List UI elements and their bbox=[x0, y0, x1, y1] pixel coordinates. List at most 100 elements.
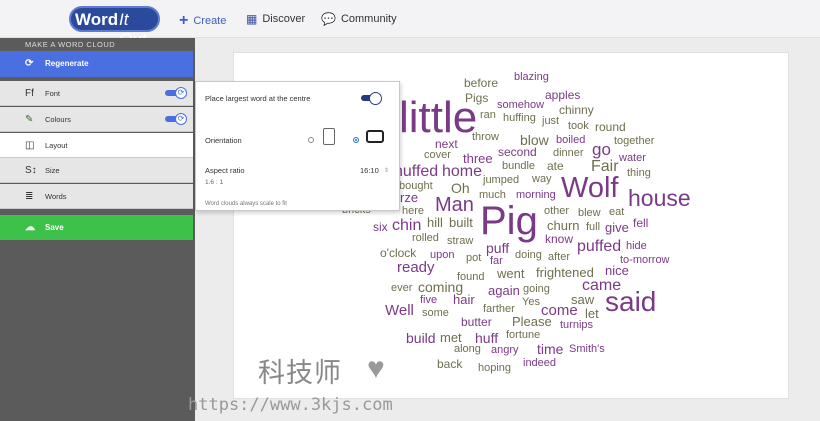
cloud-word[interactable]: before bbox=[464, 77, 498, 89]
sidebar-item-layout[interactable]: ◫ Layout bbox=[0, 133, 193, 158]
cloud-word[interactable]: again bbox=[488, 284, 520, 297]
wordit-out-logo[interactable]: Word It Out bbox=[69, 6, 160, 49]
portrait-radio[interactable] bbox=[308, 137, 314, 143]
cloud-word[interactable]: built bbox=[449, 216, 473, 229]
cloud-word[interactable]: just bbox=[542, 116, 559, 127]
cloud-word[interactable]: five bbox=[420, 295, 437, 306]
cloud-word[interactable]: o'clock bbox=[380, 247, 416, 259]
cloud-word[interactable]: ran bbox=[480, 110, 496, 121]
cloud-word[interactable]: nice bbox=[605, 264, 629, 277]
cloud-word[interactable]: frightened bbox=[536, 266, 594, 279]
cloud-word[interactable]: Man bbox=[435, 195, 474, 215]
sidebar-item-colours[interactable]: ✎ Colours ⟳ bbox=[0, 107, 193, 132]
cloud-word[interactable]: round bbox=[595, 121, 626, 133]
cloud-word[interactable]: turnips bbox=[560, 320, 593, 331]
cloud-word[interactable]: huffing bbox=[503, 113, 536, 124]
cloud-word[interactable]: ate bbox=[547, 160, 564, 172]
cloud-word[interactable]: boiled bbox=[556, 135, 585, 146]
cloud-word[interactable]: together bbox=[614, 136, 654, 147]
cloud-word[interactable]: thing bbox=[627, 168, 651, 179]
cloud-word[interactable]: other bbox=[544, 206, 569, 217]
cloud-word[interactable]: rolled bbox=[412, 233, 439, 244]
cloud-word[interactable]: Yes bbox=[522, 297, 540, 308]
cloud-word[interactable]: puffed bbox=[577, 239, 621, 255]
cloud-word[interactable]: Oh bbox=[451, 181, 470, 195]
cloud-word[interactable]: took bbox=[568, 121, 589, 132]
cloud-word[interactable]: full bbox=[586, 222, 600, 233]
landscape-orientation-icon[interactable] bbox=[366, 130, 384, 143]
cloud-word[interactable]: upon bbox=[430, 250, 454, 261]
cloud-word[interactable]: back bbox=[437, 358, 462, 370]
cloud-word[interactable]: chinny bbox=[559, 104, 594, 116]
cloud-word[interactable]: blazing bbox=[514, 72, 549, 83]
cloud-word[interactable]: Pigs bbox=[465, 92, 488, 104]
cloud-word[interactable]: know bbox=[545, 233, 573, 245]
cloud-word[interactable]: blew bbox=[578, 208, 601, 219]
cloud-word[interactable]: puff bbox=[486, 241, 509, 255]
save-button[interactable]: ☁ Save bbox=[0, 215, 193, 240]
cloud-word[interactable]: water bbox=[619, 153, 646, 164]
cloud-word[interactable]: indeed bbox=[523, 358, 556, 369]
cloud-word[interactable]: Fair bbox=[591, 159, 619, 175]
cloud-word[interactable]: going bbox=[523, 284, 550, 295]
cloud-word[interactable]: jumped bbox=[483, 175, 519, 186]
font-randomize-button[interactable]: ⟳ bbox=[175, 87, 187, 99]
cloud-word[interactable]: rze bbox=[400, 191, 418, 204]
cloud-word[interactable]: pot bbox=[466, 253, 481, 264]
cloud-word[interactable]: fortune bbox=[506, 330, 540, 341]
colours-randomize-button[interactable]: ⟳ bbox=[175, 113, 187, 125]
cloud-word[interactable]: go bbox=[592, 141, 611, 158]
cloud-word[interactable]: morning bbox=[516, 190, 556, 201]
cloud-word[interactable]: six bbox=[373, 221, 388, 233]
cloud-word[interactable]: dinner bbox=[553, 148, 584, 159]
cloud-word[interactable]: much bbox=[479, 190, 506, 201]
cloud-word[interactable]: Please bbox=[512, 315, 552, 328]
cloud-word[interactable]: some bbox=[422, 308, 449, 319]
portrait-orientation-icon[interactable] bbox=[323, 128, 335, 145]
nav-community-link[interactable]: 💬 Community bbox=[321, 12, 397, 26]
cloud-word[interactable]: house bbox=[628, 187, 691, 210]
cloud-word[interactable]: throw bbox=[472, 132, 499, 143]
cloud-word[interactable]: straw bbox=[447, 236, 473, 247]
cloud-word[interactable]: hide bbox=[626, 241, 647, 252]
cloud-word[interactable]: give bbox=[605, 221, 629, 234]
cloud-word[interactable]: along bbox=[454, 344, 481, 355]
cloud-word[interactable]: hair bbox=[453, 293, 475, 306]
cloud-word[interactable]: churn bbox=[547, 219, 580, 232]
cloud-word[interactable]: ever bbox=[391, 283, 412, 294]
nav-create-link[interactable]: + Create bbox=[179, 12, 226, 30]
cloud-word[interactable]: ready bbox=[397, 260, 435, 275]
cloud-word[interactable]: went bbox=[497, 267, 524, 280]
cloud-word[interactable]: second bbox=[498, 146, 537, 158]
cloud-word[interactable]: hill bbox=[427, 216, 443, 229]
regenerate-button[interactable]: ⟳ Regenerate bbox=[0, 51, 193, 77]
cloud-word[interactable]: Smith's bbox=[569, 344, 605, 355]
sidebar-item-size[interactable]: S↕ Size bbox=[0, 158, 193, 183]
cloud-word[interactable]: time bbox=[537, 342, 563, 356]
sidebar-item-words[interactable]: ≣ Words bbox=[0, 184, 193, 209]
aspect-ratio-select[interactable]: 16:10 bbox=[360, 166, 379, 175]
cloud-word[interactable]: three bbox=[463, 152, 493, 165]
cloud-word[interactable]: after bbox=[548, 252, 570, 263]
cloud-word[interactable]: farther bbox=[483, 304, 515, 315]
cloud-word[interactable]: butter bbox=[461, 316, 492, 328]
cloud-word[interactable]: Pig bbox=[480, 201, 538, 241]
cloud-word[interactable]: fell bbox=[633, 217, 648, 229]
cloud-word[interactable]: home bbox=[442, 164, 482, 180]
cloud-word[interactable]: doing bbox=[515, 250, 542, 261]
cloud-word[interactable]: build bbox=[406, 331, 436, 345]
cloud-word[interactable]: Wolf bbox=[561, 174, 618, 203]
cloud-word[interactable]: bundle bbox=[502, 161, 535, 172]
landscape-radio[interactable] bbox=[353, 137, 359, 143]
sidebar-item-font[interactable]: Ff Font ⟳ bbox=[0, 81, 193, 106]
center-word-toggle[interactable] bbox=[361, 92, 382, 105]
cloud-word[interactable]: apples bbox=[545, 89, 580, 101]
cloud-word[interactable]: Well bbox=[385, 303, 414, 318]
nav-discover-link[interactable]: ▦ Discover bbox=[246, 12, 305, 26]
cloud-word[interactable]: way bbox=[532, 174, 552, 185]
cloud-word[interactable]: eat bbox=[609, 207, 624, 218]
cloud-word[interactable]: angry bbox=[491, 345, 519, 356]
cloud-word[interactable]: huffed bbox=[394, 164, 438, 180]
cloud-word[interactable]: hoping bbox=[478, 363, 511, 374]
cloud-word[interactable]: cover bbox=[424, 150, 451, 161]
